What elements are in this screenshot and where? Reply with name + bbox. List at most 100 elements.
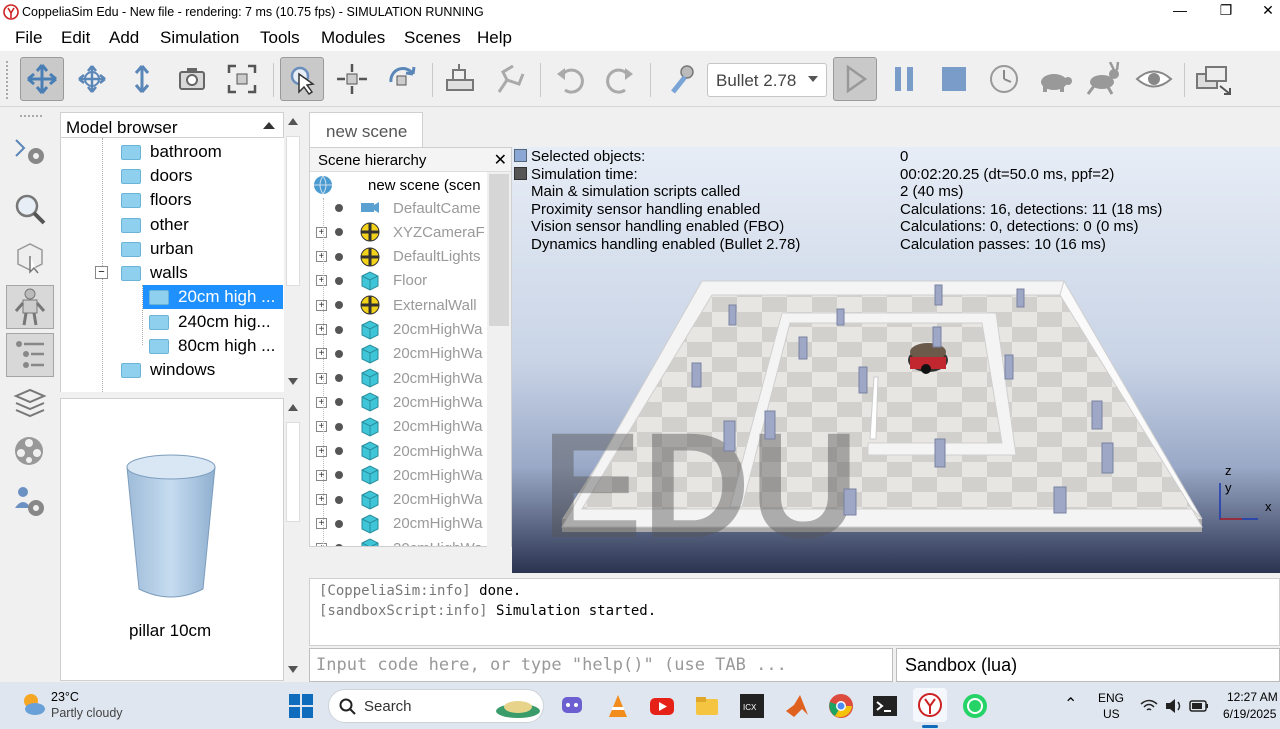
taskbar-app-coppeliasim[interactable]: [913, 688, 947, 722]
maximize-button[interactable]: ❐: [1211, 2, 1241, 19]
redo-button[interactable]: [598, 57, 642, 101]
scene-object-item[interactable]: +20cmHighWa: [310, 536, 488, 546]
taskbar-app-chrome[interactable]: [826, 691, 856, 721]
start-simulation-button[interactable]: [833, 57, 877, 101]
menu-simulation[interactable]: Simulation: [160, 28, 239, 48]
pause-simulation-button[interactable]: [882, 57, 926, 101]
expand-toggle[interactable]: +: [316, 226, 327, 238]
scene-object-item[interactable]: +20cmHighWa: [310, 342, 488, 366]
chevron-up-icon[interactable]: ⌃: [1064, 694, 1077, 714]
model-folder-item[interactable]: bathroom: [121, 140, 222, 164]
taskbar-app-whatsapp[interactable]: [960, 691, 990, 721]
wifi-icon[interactable]: [1140, 698, 1158, 714]
expand-toggle[interactable]: +: [316, 324, 327, 335]
object-properties-button[interactable]: [6, 187, 54, 231]
taskbar-app-vlc[interactable]: [603, 691, 633, 721]
calculation-modules-button[interactable]: [6, 235, 54, 279]
language-top[interactable]: ENG: [1098, 691, 1124, 705]
menu-edit[interactable]: Edit: [61, 28, 90, 48]
transfer-dna-button[interactable]: [488, 57, 532, 101]
scroll-down-icon[interactable]: [288, 378, 298, 385]
model-folder-item[interactable]: windows: [121, 358, 215, 382]
scene-object-item[interactable]: +20cmHighWa: [310, 512, 488, 536]
model-folder-item[interactable]: walls: [121, 261, 188, 285]
menu-modules[interactable]: Modules: [321, 28, 385, 48]
taskbar-app-matlab[interactable]: [782, 691, 812, 721]
physics-engine-select[interactable]: Bullet 2.78: [707, 63, 827, 97]
menu-add[interactable]: Add: [109, 28, 139, 48]
scrollbar-thumb[interactable]: [286, 422, 300, 522]
scroll-up-icon[interactable]: [288, 404, 298, 411]
stop-simulation-button[interactable]: [932, 57, 976, 101]
close-button[interactable]: ✕: [1253, 2, 1280, 19]
dynamics-settings-button[interactable]: [660, 57, 704, 101]
expand-toggle[interactable]: +: [316, 421, 327, 433]
expand-toggle[interactable]: +: [316, 494, 327, 506]
scene-object-item[interactable]: +20cmHighWa: [310, 318, 488, 342]
3d-viewport[interactable]: EDU z y x Selected objects: 0 Simulation t…: [512, 147, 1280, 573]
model-folder-item[interactable]: 80cm high ...: [149, 334, 275, 358]
scene-object-item[interactable]: +20cmHighWa: [310, 366, 488, 390]
preview-scrollbar[interactable]: [284, 398, 302, 681]
scene-object-item[interactable]: +20cmHighWa: [310, 390, 488, 414]
visualization-button[interactable]: [1132, 57, 1176, 101]
hierarchy-scrollbar[interactable]: [487, 172, 511, 547]
scene-object-item[interactable]: +20cmHighWa: [310, 439, 488, 463]
menu-scenes[interactable]: Scenes: [404, 28, 461, 48]
realtime-button[interactable]: [982, 57, 1026, 101]
scroll-down-icon[interactable]: [288, 666, 298, 673]
scene-root-item[interactable]: new scene (scen: [310, 173, 488, 197]
model-folder-item[interactable]: other: [121, 213, 189, 237]
info-toggle-icon[interactable]: [514, 167, 527, 180]
expand-toggle[interactable]: +: [316, 251, 327, 263]
layers-button[interactable]: [6, 381, 54, 425]
move-view-button[interactable]: [20, 57, 64, 101]
minimize-button[interactable]: —: [1165, 2, 1195, 18]
scene-object-item[interactable]: +20cmHighWa: [310, 488, 488, 512]
scene-object-item[interactable]: + ExternalWall: [310, 293, 488, 317]
scroll-up-icon[interactable]: [288, 118, 298, 125]
expand-toggle[interactable]: +: [316, 396, 327, 408]
expand-toggle[interactable]: +: [316, 469, 327, 481]
scene-hierarchy-button[interactable]: [6, 333, 54, 377]
scene-tab[interactable]: new scene: [309, 112, 423, 147]
menu-tools[interactable]: Tools: [260, 28, 300, 48]
menu-file[interactable]: File: [15, 28, 42, 48]
scene-object-item[interactable]: + DefaultLights: [310, 245, 488, 269]
volume-icon[interactable]: [1164, 697, 1184, 715]
battery-icon[interactable]: [1189, 698, 1209, 714]
rotate-object-button[interactable]: [380, 57, 424, 101]
rotate-view-button[interactable]: [70, 57, 114, 101]
scene-object-item[interactable]: + XYZCameraF: [310, 220, 488, 244]
user-settings-button[interactable]: [6, 479, 54, 523]
move-object-button[interactable]: [330, 57, 374, 101]
slower-button[interactable]: [1032, 57, 1076, 101]
expand-toggle[interactable]: +: [316, 275, 327, 287]
clock-date[interactable]: 6/19/2025: [1223, 707, 1276, 721]
model-folder-item[interactable]: urban: [121, 237, 193, 261]
simulation-settings-button[interactable]: [6, 129, 54, 173]
taskbar-app-file-explorer[interactable]: [692, 691, 722, 721]
menu-help[interactable]: Help: [477, 28, 512, 48]
expand-toggle[interactable]: +: [316, 542, 327, 546]
taskbar-app-terminal[interactable]: [870, 691, 900, 721]
collapse-walls-toggle[interactable]: −: [95, 266, 108, 279]
scene-object-item[interactable]: +20cmHighWa: [310, 463, 488, 487]
fit-view-button[interactable]: [220, 57, 264, 101]
model-folder-item[interactable]: floors: [121, 188, 192, 212]
clock-time[interactable]: 12:27 AM: [1227, 690, 1278, 704]
sandbox-select[interactable]: Sandbox (lua): [896, 648, 1280, 682]
partly-cloudy-icon[interactable]: [20, 691, 46, 717]
close-hierarchy-button[interactable]: ✕: [494, 150, 507, 170]
language-bottom[interactable]: US: [1103, 707, 1120, 721]
shift-view-button[interactable]: [120, 57, 164, 101]
expand-toggle[interactable]: +: [316, 372, 327, 384]
select-object-button[interactable]: [280, 57, 324, 101]
expand-toggle[interactable]: +: [316, 299, 327, 311]
taskbar-app-chat[interactable]: [557, 691, 587, 721]
assemble-button[interactable]: [438, 57, 482, 101]
expand-toggle[interactable]: +: [316, 445, 327, 457]
model-browser-scrollbar[interactable]: [284, 112, 302, 392]
model-folder-item[interactable]: 240cm hig...: [149, 310, 271, 334]
model-folder-item-selected[interactable]: 20cm high ...: [143, 285, 283, 309]
